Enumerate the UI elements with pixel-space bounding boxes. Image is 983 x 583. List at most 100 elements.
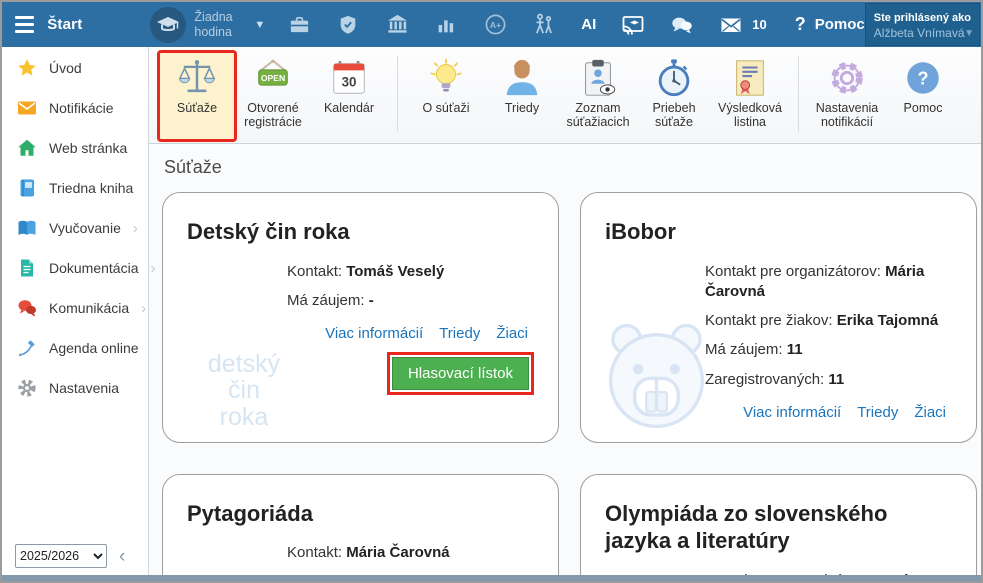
toolbar-item-priebeh-sutaze[interactable]: Priebeh súťaže [636, 52, 712, 140]
toolbar-item-label: Priebeh súťaže [636, 101, 712, 130]
chevron-right-icon: › [133, 220, 138, 237]
competition-card-olympiada-zo-slovenskeho-jazyka-a-literatury: Olympiáda zo slovenského jazyka a litera… [580, 474, 977, 575]
shield-check-icon[interactable] [336, 13, 360, 37]
card-detail-row: Má záujem: 11 [705, 340, 952, 360]
ai-button[interactable]: AI [581, 13, 596, 37]
toolbar-item-pomoc[interactable]: ? Pomoc [885, 52, 961, 140]
home-icon [17, 138, 37, 158]
card-title: Detský čin roka [187, 218, 534, 246]
card-title: Olympiáda zo slovenského jazyka a litera… [605, 500, 952, 555]
toolbar: Súťaže OPENOtvorené registrácie 30 Kalendár… [149, 47, 981, 144]
mail-icon[interactable] [719, 13, 743, 37]
sidebar-item-label: Vyučovanie [49, 220, 121, 236]
link-ziaci[interactable]: Žiaci [914, 404, 946, 421]
sidebar-item-label: Úvod [49, 60, 82, 76]
card-details: Kontakt: Tomáš VeselýMá záujem: - [287, 262, 534, 312]
stopwatch-icon [653, 57, 695, 99]
toolbar-item-triedy[interactable]: Triedy [484, 52, 560, 140]
card-title: Pytagoriáda [187, 500, 534, 528]
mail-badge: 10 [752, 17, 766, 32]
toolbar-item-label: O súťaži [422, 101, 469, 115]
certificate-icon [729, 57, 771, 99]
toolbar-item-label: Pomoc [904, 101, 943, 115]
main-content: Súťaže detskýčinroka Detský čin roka Konta… [149, 144, 981, 575]
toolbar-item-zoznam-sutaziacich[interactable]: Zoznam súťažiacich [560, 52, 636, 140]
card-details: Kontakt: Mária ČarovnáMá záujem: -Zaregi… [287, 543, 534, 575]
toolbar-item-kalendar[interactable]: 30 Kalendár [311, 52, 387, 140]
sidebar-item-notifikacie[interactable]: Notifikácie [2, 89, 148, 127]
toolbar-item-label: Kalendár [324, 101, 374, 115]
chat-bubbles-icon[interactable] [670, 13, 694, 37]
a-plus-icon[interactable]: A+ [483, 13, 507, 37]
calendar-icon: 30 [328, 57, 370, 99]
sidebar-item-web-stranka[interactable]: Web stránka [2, 129, 148, 167]
app-window: Štart Žiadna hodina ▼ A+ AI 10 ? Pomoc Ste… [0, 0, 983, 583]
graduation-cap-icon [150, 7, 186, 43]
hlasovaci-listok-button[interactable]: Hlasovací lístok [392, 357, 529, 390]
briefcase-icon[interactable] [287, 13, 311, 37]
sidebar-item-nastavenia[interactable]: Nastavenia [2, 369, 148, 407]
sidebar-collapse-button[interactable]: ‹ [119, 547, 125, 566]
envelope-icon [17, 98, 37, 118]
card-details: Kontakt pre organizátorov: Mária Čarovná… [705, 262, 952, 390]
watermark-text: detskýčinroka [185, 351, 303, 430]
cast-icon[interactable] [621, 13, 645, 37]
toolbar-item-vysledkova-listina[interactable]: Výsledková listina [712, 52, 788, 140]
toolbar-item-nastavenia-notifikacii[interactable]: Nastavenia notifikácií [809, 52, 885, 140]
question-mark-icon: ? [795, 14, 806, 35]
page-title: Súťaže [164, 157, 967, 178]
sidebar-item-vyucovanie[interactable]: Vyučovanie › [2, 209, 148, 247]
competition-card-detsky-cin-roka: detskýčinroka Detský čin roka Kontakt: Tom… [162, 192, 559, 443]
card-detail-row: Kontakt pre organizátorov: Mária Čarovná [705, 262, 952, 303]
toolbar-item-o-sutazi[interactable]: O súťaži [408, 52, 484, 140]
bulb-icon [425, 57, 467, 99]
competition-card-pytagoriada: Pytagoriáda Kontakt: Mária ČarovnáMá záuj… [162, 474, 559, 575]
svg-text:?: ? [917, 69, 928, 89]
toolbar-item-label: Súťaže [177, 101, 217, 115]
sidebar-item-uvod[interactable]: Úvod [2, 49, 148, 87]
sidebar-item-dokumentacia[interactable]: Dokumentácia› [2, 249, 148, 287]
card-detail-row: Kontakt: Tomáš Veselý [287, 262, 534, 282]
start-menu-button[interactable]: Štart [47, 16, 82, 33]
bottom-bar [2, 575, 981, 581]
notebook-icon [17, 178, 37, 198]
scales-icon [176, 57, 218, 99]
chat-red-icon [17, 298, 37, 318]
sidebar-item-agenda-online[interactable]: Agenda online [2, 329, 148, 367]
bank-icon[interactable] [385, 13, 409, 37]
sidebar-item-label: Notifikácie [49, 100, 114, 116]
chevron-down-icon: ▼ [964, 28, 974, 39]
sidebar-item-triedna-kniha[interactable]: Triedna kniha [2, 169, 148, 207]
bar-chart-icon[interactable] [434, 13, 458, 37]
current-lesson-selector[interactable]: Žiadna hodina ▼ [150, 7, 265, 43]
school-year-select[interactable]: 2025/2026 [15, 544, 107, 568]
lesson-status-label: Žiadna hodina [194, 10, 246, 39]
toolbar-item-label: Nastavenia notifikácií [809, 101, 885, 130]
sidebar-item-label: Agenda online [49, 340, 139, 356]
user-name: Alžbeta Vnímavá [874, 26, 971, 40]
link-ziaci[interactable]: Žiaci [496, 325, 528, 342]
pen-icon [17, 338, 37, 358]
chevron-right-icon: › [151, 260, 156, 277]
link-viac-informacii[interactable]: Viac informácií [325, 325, 423, 342]
link-viac-informacii[interactable]: Viac informácií [743, 404, 841, 421]
star-icon [17, 58, 37, 78]
hamburger-menu-icon[interactable] [15, 12, 34, 37]
toolbar-item-sutaze[interactable]: Súťaže [159, 52, 235, 140]
toolbar-item-label: Zoznam súťažiacich [560, 101, 636, 130]
toolbar-item-label: Výsledková listina [712, 101, 788, 130]
toolbar-item-otvorene-registracie[interactable]: OPENOtvorené registrácie [235, 52, 311, 140]
sidebar-item-label: Komunikácia [49, 300, 129, 316]
sidebar-item-komunikacia[interactable]: Komunikácia› [2, 289, 148, 327]
toolbar-divider [798, 56, 799, 132]
toolbar-divider [397, 56, 398, 132]
toolbar-item-label: Triedy [505, 101, 539, 115]
students-walking-icon[interactable] [532, 13, 556, 37]
user-menu[interactable]: Ste prihlásený ako Alžbeta Vnímavá ▼ [865, 3, 980, 46]
help-button[interactable]: ? Pomoc [795, 14, 865, 35]
card-detail-row: Zaregistrovaných: 11 [705, 370, 952, 390]
sidebar-item-label: Triedna kniha [49, 180, 133, 196]
card-title: iBobor [605, 218, 952, 246]
link-triedy[interactable]: Triedy [439, 325, 480, 342]
link-triedy[interactable]: Triedy [857, 404, 898, 421]
